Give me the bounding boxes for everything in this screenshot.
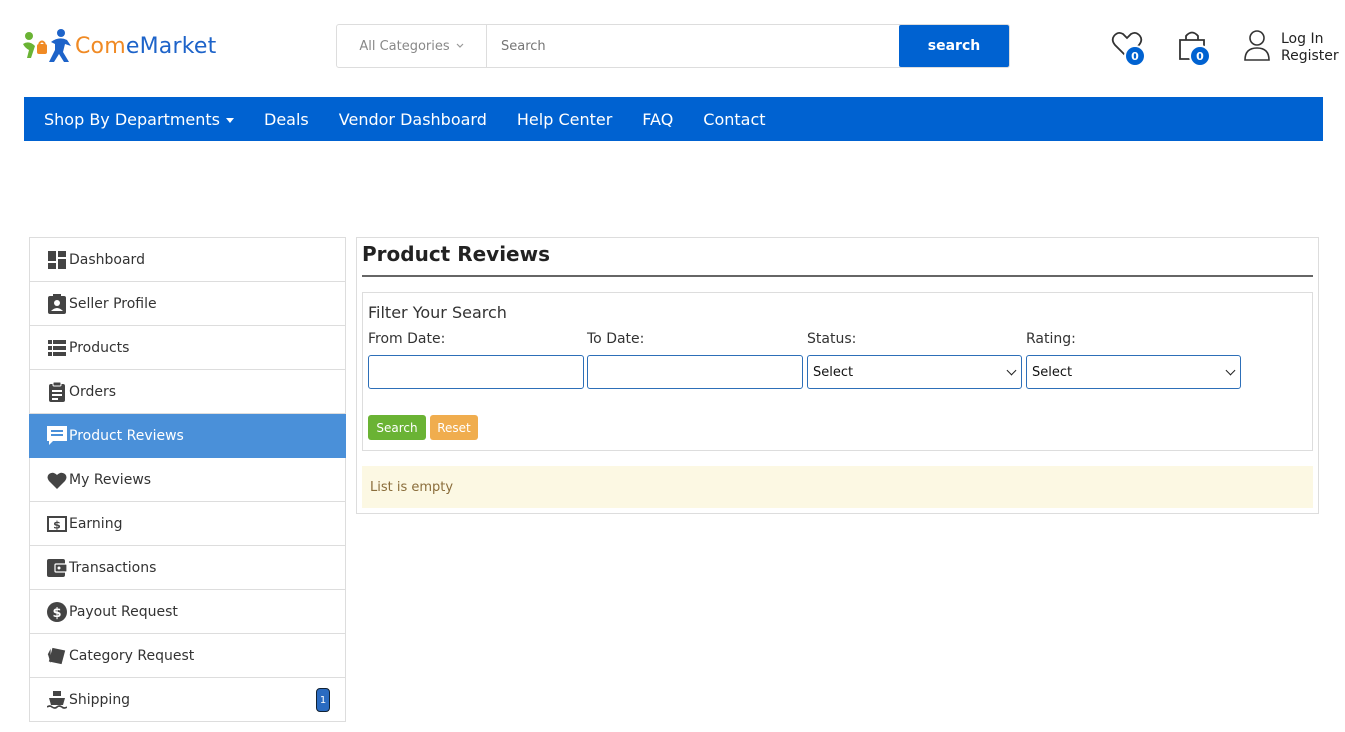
- sidebar-item-seller-profile[interactable]: Seller Profile: [29, 282, 346, 326]
- sidebar-item-earning[interactable]: $ Earning: [29, 502, 346, 546]
- logo[interactable]: ComeMarket: [21, 28, 221, 64]
- nav-shop-by-departments[interactable]: Shop By Departments: [44, 109, 235, 129]
- filter-title: Filter Your Search: [368, 303, 507, 322]
- nav-item-label: Shop By Departments: [44, 109, 221, 129]
- list-icon: [47, 338, 67, 358]
- sidebar-item-label: Shipping: [69, 691, 131, 708]
- main-nav: Shop By Departments Deals Vendor Dashboa…: [24, 97, 1323, 141]
- search-button[interactable]: search: [899, 25, 1009, 67]
- nav-vendor-dashboard[interactable]: Vendor Dashboard: [339, 110, 487, 129]
- auth-links: Log In Register: [1281, 31, 1339, 65]
- chevron-down-icon: [1006, 365, 1017, 376]
- from-date-label: From Date:: [368, 331, 446, 347]
- logo-text: ComeMarket: [75, 33, 217, 59]
- sidebar-item-label: Payout Request: [69, 603, 178, 620]
- to-date-input[interactable]: [587, 355, 803, 389]
- tags-icon: [47, 646, 67, 666]
- sidebar-item-label: Transactions: [69, 559, 157, 576]
- rating-label: Rating:: [1026, 331, 1076, 347]
- logo-mark-icon: [21, 28, 73, 64]
- status-select[interactable]: Select: [807, 355, 1022, 389]
- sidebar-item-label: Seller Profile: [69, 295, 157, 312]
- title-divider: [362, 275, 1313, 277]
- chevron-down-icon: [1225, 365, 1236, 376]
- sidebar-item-shipping[interactable]: Shipping 1: [29, 678, 346, 722]
- shipping-count-badge: 1: [316, 688, 330, 712]
- sidebar-item-label: Dashboard: [69, 251, 145, 268]
- search-input[interactable]: [487, 25, 899, 67]
- category-select[interactable]: All Categories: [337, 25, 487, 67]
- sidebar-item-payout-request[interactable]: $ Payout Request: [29, 590, 346, 634]
- dashboard-icon: [47, 250, 67, 270]
- sidebar-item-label: Products: [69, 339, 130, 356]
- chevron-down-icon: [456, 43, 464, 48]
- cart-count-badge: 0: [1189, 45, 1211, 67]
- sidebar-item-orders[interactable]: Orders: [29, 370, 346, 414]
- from-date-input[interactable]: [368, 355, 584, 389]
- heart-icon: [47, 470, 67, 490]
- wishlist-count-badge: 0: [1124, 45, 1146, 67]
- search-bar: All Categories search: [336, 24, 1010, 68]
- sidebar-item-label: My Reviews: [69, 471, 152, 488]
- sidebar-item-products[interactable]: Products: [29, 326, 346, 370]
- sidebar-item-product-reviews[interactable]: Product Reviews: [29, 414, 346, 458]
- sidebar-item-label: Category Request: [69, 647, 195, 664]
- nav-contact[interactable]: Contact: [703, 110, 765, 129]
- sidebar-item-dashboard[interactable]: Dashboard: [29, 237, 346, 282]
- wallet-icon: [47, 558, 67, 578]
- sidebar-item-label: Orders: [69, 383, 117, 400]
- cart-button[interactable]: 0: [1176, 28, 1212, 67]
- profile-icon: [47, 293, 67, 314]
- clipboard-icon: [47, 381, 67, 402]
- status-label: Status:: [807, 331, 857, 347]
- svg-text:$: $: [53, 518, 61, 531]
- sidebar-item-category-request[interactable]: Category Request: [29, 634, 346, 678]
- svg-text:$: $: [52, 606, 61, 621]
- category-select-value: All Categories: [359, 38, 450, 54]
- login-link[interactable]: Log In: [1281, 31, 1339, 48]
- to-date-label: To Date:: [587, 331, 645, 347]
- filter-reset-button[interactable]: Reset: [430, 415, 478, 440]
- filter-search-button[interactable]: Search: [368, 415, 426, 440]
- page-title: Product Reviews: [362, 242, 550, 266]
- sidebar-item-my-reviews[interactable]: My Reviews: [29, 458, 346, 502]
- sidebar-item-transactions[interactable]: Transactions: [29, 546, 346, 590]
- dollar-circle-icon: $: [47, 601, 67, 622]
- empty-list-alert: List is empty: [362, 466, 1313, 508]
- filter-form: Filter Your Search From Date: To Date: S…: [362, 292, 1313, 451]
- wishlist-button[interactable]: 0: [1110, 28, 1146, 67]
- dollar-bill-icon: $: [47, 514, 67, 534]
- register-link[interactable]: Register: [1281, 48, 1339, 65]
- comment-icon: [47, 425, 67, 446]
- rating-select[interactable]: Select: [1026, 355, 1241, 389]
- nav-help-center[interactable]: Help Center: [517, 110, 612, 129]
- rating-select-value: Select: [1032, 364, 1073, 380]
- nav-deals[interactable]: Deals: [264, 110, 309, 129]
- nav-faq[interactable]: FAQ: [642, 110, 673, 129]
- product-reviews-panel: Product Reviews Filter Your Search From …: [356, 237, 1319, 514]
- status-select-value: Select: [813, 364, 854, 380]
- caret-down-icon: [226, 117, 235, 123]
- ship-icon: [47, 690, 67, 710]
- user-icon: [1244, 30, 1270, 61]
- sidebar-item-label: Product Reviews: [69, 427, 184, 444]
- vendor-sidebar: Dashboard Seller Profile Products Orders…: [29, 237, 346, 722]
- sidebar-item-label: Earning: [69, 515, 123, 532]
- account-button[interactable]: [1242, 28, 1272, 62]
